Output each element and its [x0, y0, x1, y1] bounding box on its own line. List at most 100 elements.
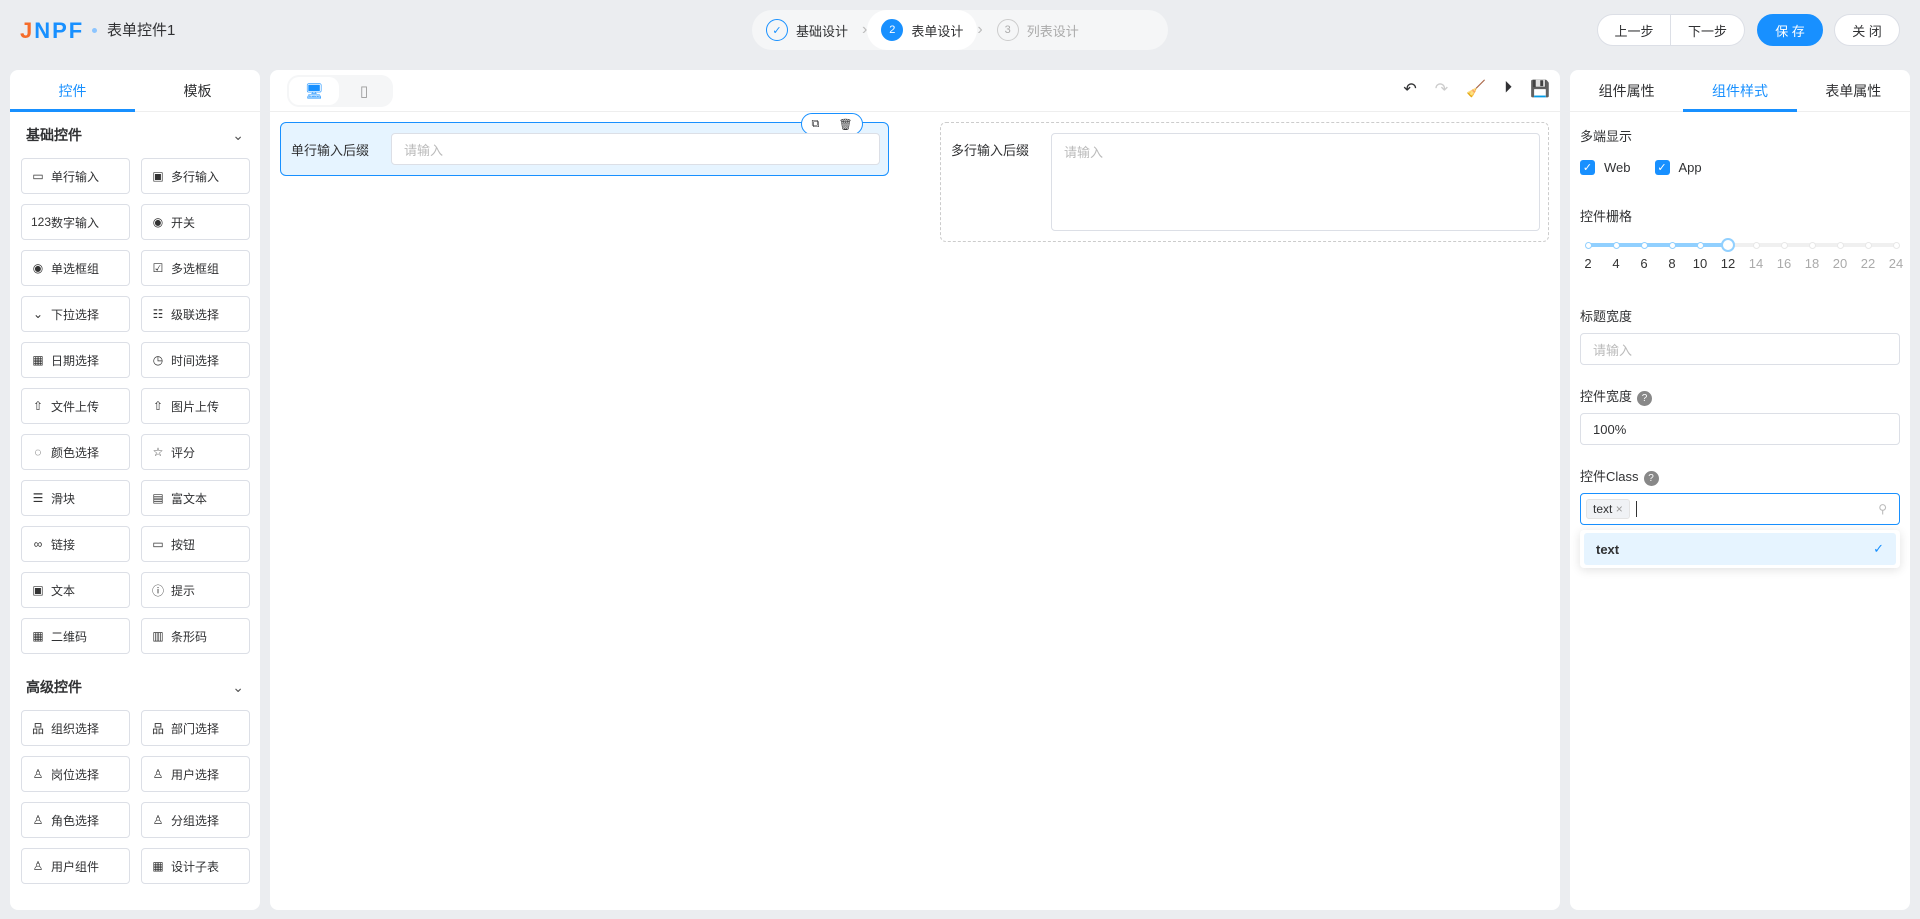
delete-icon[interactable]: 🗑: [838, 118, 852, 131]
clear-brush-icon[interactable]: 🧹: [1466, 79, 1486, 99]
slider-stop[interactable]: [1892, 241, 1900, 249]
component-item[interactable]: ▦ 日期选择: [21, 342, 130, 378]
component-label: 角色选择: [51, 813, 100, 828]
section-title: 高级控件: [26, 679, 82, 695]
tab-components[interactable]: 控件: [10, 70, 135, 112]
component-item[interactable]: ☑ 多选框组: [141, 250, 250, 286]
save-button[interactable]: 保 存: [1757, 14, 1823, 46]
component-item[interactable]: ☷ 级联选择: [141, 296, 250, 332]
field-label: 多行输入后缀: [951, 143, 1030, 158]
component-label: 多选框组: [171, 261, 220, 276]
component-icon: ▦: [32, 353, 44, 367]
component-item[interactable]: 品组织选择: [21, 710, 130, 746]
tab-component-props[interactable]: 组件属性: [1570, 70, 1683, 111]
slider-tick-label: 24: [1888, 256, 1904, 271]
component-item[interactable]: ♙ 用户选择: [141, 756, 250, 792]
component-item[interactable]: ▣ 文本: [21, 572, 130, 608]
component-item[interactable]: ▭ 单行输入: [21, 158, 130, 194]
advanced-section-header[interactable]: 高级控件 ⌄: [10, 664, 260, 710]
slider-tick-label: 22: [1860, 256, 1876, 271]
step-form[interactable]: 2 表单设计: [867, 10, 978, 50]
slider-stop[interactable]: [1752, 241, 1760, 249]
step-basic[interactable]: ✓ 基础设计: [752, 10, 862, 50]
web-checkbox[interactable]: ✓: [1580, 160, 1595, 175]
help-icon[interactable]: ?: [1643, 471, 1659, 486]
component-item[interactable]: ◉ 开关: [141, 204, 250, 240]
component-item[interactable]: ♙ 用户组件: [21, 848, 130, 884]
slider-tick-label: 12: [1720, 256, 1736, 271]
slider-stop[interactable]: [1864, 241, 1872, 249]
title-width-input[interactable]: 请输入: [1580, 333, 1900, 365]
component-item[interactable]: ◷ 时间选择: [141, 342, 250, 378]
slider-stop[interactable]: [1780, 241, 1788, 249]
component-label: 图片上传: [171, 399, 220, 414]
redo-icon[interactable]: ↷: [1435, 79, 1448, 99]
step-label: 列表设计: [1026, 23, 1079, 39]
slider-stop[interactable]: [1640, 241, 1648, 249]
tab-templates[interactable]: 模板: [135, 70, 260, 111]
single-line-field[interactable]: ⧉ 🗑 单行输入后缀 请输入: [280, 113, 889, 176]
tablet-icon[interactable]: ▯: [339, 77, 389, 105]
component-icon: ☑: [152, 261, 164, 275]
component-item[interactable]: ◉ 单选框组: [21, 250, 130, 286]
component-label: 部门选择: [171, 721, 220, 736]
copy-icon[interactable]: ⧉: [812, 118, 820, 131]
next-button[interactable]: 下一步: [1671, 14, 1745, 46]
slider-stop[interactable]: [1696, 241, 1704, 249]
component-item[interactable]: ◌ 颜色选择: [21, 434, 130, 470]
component-item[interactable]: ∞ 链接: [21, 526, 130, 562]
component-item[interactable]: ♙ 岗位选择: [21, 756, 130, 792]
width-input[interactable]: 100%: [1580, 413, 1900, 445]
slider-fill: [1588, 243, 1728, 247]
dropdown-option[interactable]: text ✓: [1584, 533, 1896, 565]
tab-component-style[interactable]: 组件样式: [1683, 70, 1797, 112]
component-label: 组织选择: [51, 721, 100, 736]
component-icon: ♙: [32, 813, 44, 827]
component-item[interactable]: 123 数字输入: [21, 204, 130, 240]
undo-icon[interactable]: ↶: [1403, 79, 1416, 99]
app-checkbox[interactable]: ✓: [1654, 160, 1670, 175]
component-icon: ▥: [152, 629, 164, 643]
component-item[interactable]: ▤ 富文本: [141, 480, 250, 516]
step-list[interactable]: 3 列表设计: [983, 10, 1093, 50]
component-item[interactable]: 品部门选择: [141, 710, 250, 746]
close-button[interactable]: 关 闭: [1834, 14, 1900, 46]
component-item[interactable]: ⌄ 下拉选择: [21, 296, 130, 332]
component-item[interactable]: ▭ 按钮: [141, 526, 250, 562]
component-item[interactable]: ☆ 评分: [141, 434, 250, 470]
help-icon[interactable]: ?: [1637, 391, 1653, 406]
check-icon: ✓: [1873, 541, 1884, 556]
tag-close-icon[interactable]: ×: [1616, 502, 1623, 516]
label-text: 控件Class: [1580, 469, 1639, 484]
slider-stop[interactable]: [1836, 241, 1844, 249]
preview-play-icon[interactable]: ⏵: [1504, 79, 1512, 99]
component-item[interactable]: ♙ 分组选择: [141, 802, 250, 838]
component-item[interactable]: ⇧ 文件上传: [21, 388, 130, 424]
multi-line-textarea[interactable]: 请输入: [1051, 133, 1540, 231]
slider-handle[interactable]: [1721, 238, 1735, 252]
component-item[interactable]: ▥ 条形码: [141, 618, 250, 654]
component-item[interactable]: ▣ 多行输入: [141, 158, 250, 194]
slider-stop[interactable]: [1668, 241, 1676, 249]
component-icon: ⓘ: [151, 583, 164, 598]
prev-button[interactable]: 上一步: [1597, 14, 1671, 46]
component-item[interactable]: ▦ 二维码: [21, 618, 130, 654]
grid-slider[interactable]: [1584, 238, 1900, 252]
slider-stop[interactable]: [1808, 241, 1816, 249]
component-item[interactable]: ☰ 滑块: [21, 480, 130, 516]
slider-stop[interactable]: [1584, 241, 1592, 249]
component-label: 颜色选择: [51, 445, 100, 460]
component-item[interactable]: ♙ 角色选择: [21, 802, 130, 838]
component-item[interactable]: ⓘ 提示: [141, 572, 250, 608]
basic-section-header[interactable]: 基础控件 ⌄: [10, 112, 260, 158]
slider-stop[interactable]: [1612, 241, 1620, 249]
class-select[interactable]: text × ⚲: [1580, 493, 1900, 525]
component-item[interactable]: ▦ 设计子表: [141, 848, 250, 884]
component-label: 日期选择: [51, 353, 100, 368]
multi-line-field[interactable]: 多行输入后缀 请输入: [940, 122, 1549, 242]
single-line-input[interactable]: 请输入: [391, 133, 880, 165]
tab-form-props[interactable]: 表单属性: [1797, 70, 1910, 111]
save-json-icon[interactable]: 💾: [1530, 79, 1550, 99]
component-item[interactable]: ⇧ 图片上传: [141, 388, 250, 424]
desktop-icon[interactable]: 🖥: [289, 77, 339, 105]
